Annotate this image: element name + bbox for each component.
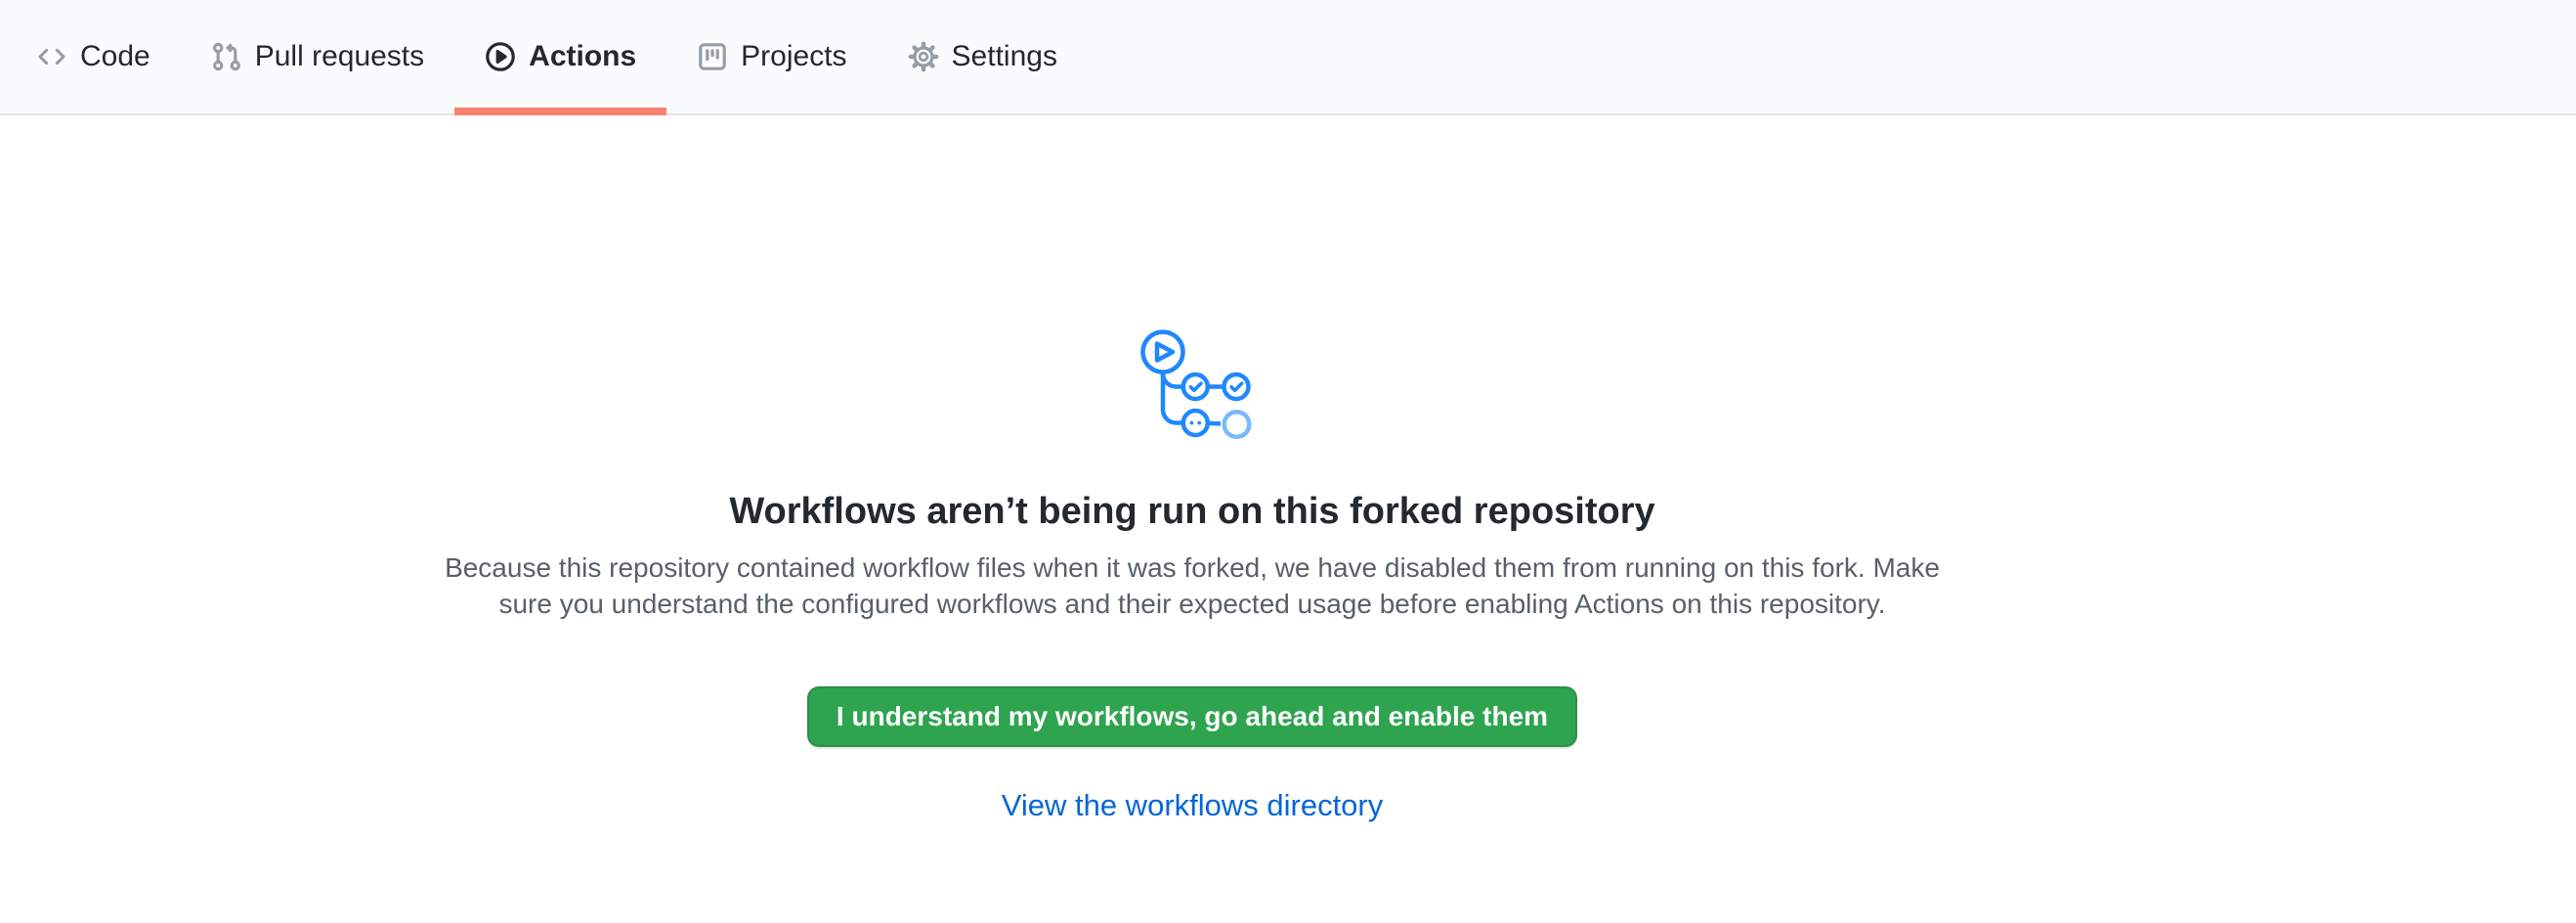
workflow-graph-icon [1119,317,1266,446]
tab-code-label: Code [80,40,150,73]
code-icon [36,41,67,72]
enable-workflows-button[interactable]: I understand my workflows, go ahead and … [807,686,1577,747]
description-line-1: Because this repository contained workfl… [445,549,1940,586]
project-icon [697,41,728,72]
active-tab-underline [454,108,666,115]
tab-settings[interactable]: Settings [878,0,1088,113]
tab-pull-requests[interactable]: Pull requests [181,0,454,113]
tab-actions[interactable]: Actions [454,0,666,113]
blankslate-heading: Workflows aren’t being run on this forke… [729,489,1654,534]
view-workflows-directory-link[interactable]: View the workflows directory [1002,788,1384,823]
actions-disabled-blankslate: Workflows aren’t being run on this forke… [0,115,2384,823]
blankslate-description: Because this repository contained workfl… [445,549,1940,622]
tab-settings-label: Settings [952,40,1057,73]
tab-code[interactable]: Code [6,0,181,113]
tab-projects[interactable]: Projects [666,0,877,113]
play-circle-icon [485,41,516,72]
gear-icon [908,41,939,72]
tab-actions-label: Actions [529,40,636,73]
git-pull-request-icon [211,41,242,72]
tab-projects-label: Projects [741,40,846,73]
tab-pull-requests-label: Pull requests [255,40,424,73]
description-line-2: sure you understand the configured workf… [445,586,1940,622]
repo-tab-bar: Code Pull requests Actions [0,0,2576,115]
